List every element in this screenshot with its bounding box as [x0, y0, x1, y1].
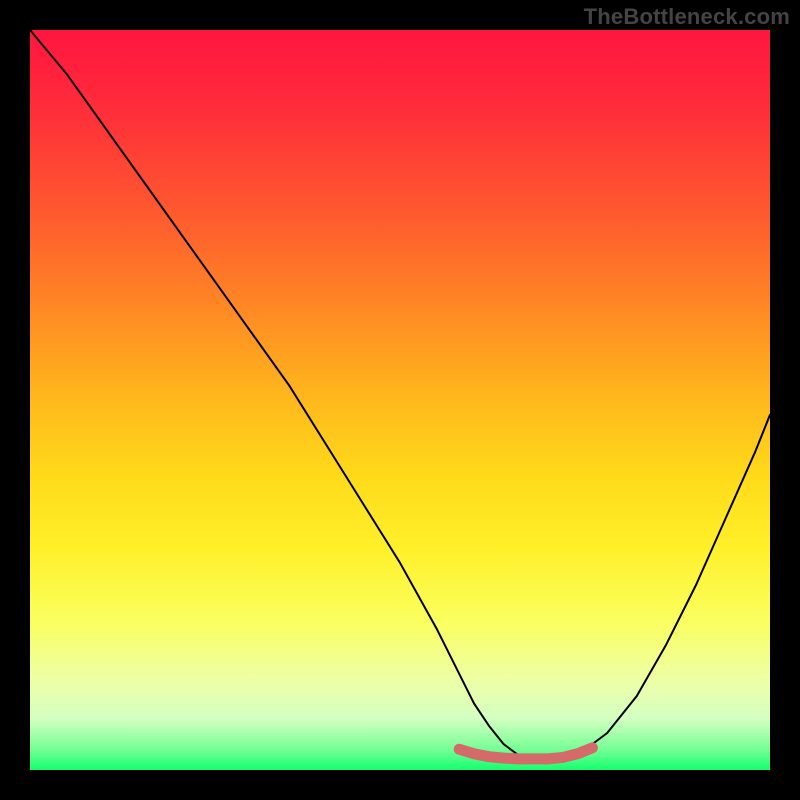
watermark-text: TheBottleneck.com [584, 4, 790, 30]
plot-area [30, 30, 770, 770]
curve-svg [30, 30, 770, 770]
bottom-highlight-path [459, 748, 592, 759]
chart-frame: TheBottleneck.com [0, 0, 800, 800]
black-curve-path [30, 30, 770, 759]
